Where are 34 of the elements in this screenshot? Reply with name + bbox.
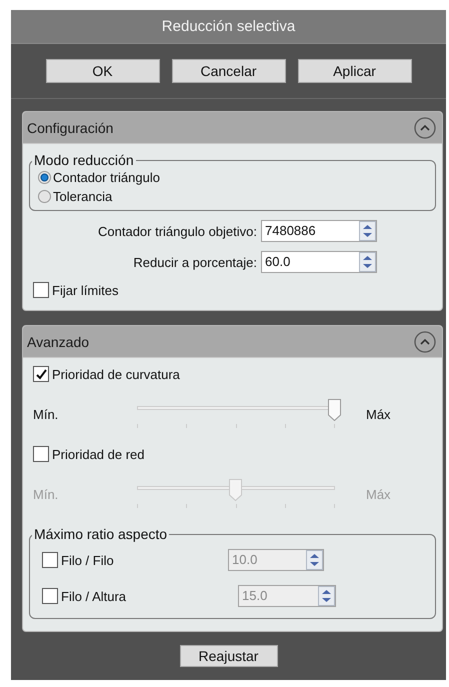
dialog-button[interactable]: OK	[46, 59, 160, 83]
slider-max-label: Máx	[365, 486, 392, 502]
reset-button[interactable]: Reajustar	[180, 645, 278, 667]
group-title: Máximo ratio aspecto	[33, 526, 168, 542]
spinner-arrows-icon[interactable]	[359, 252, 376, 272]
spinner-arrows-icon[interactable]	[359, 221, 376, 241]
checkbox[interactable]	[33, 282, 49, 298]
slider-max-label: Máx	[365, 406, 392, 422]
dialog-button[interactable]: Cancelar	[172, 59, 286, 83]
radio-button[interactable]	[38, 190, 51, 203]
field-label: Reducir a porcentaje:	[132, 254, 257, 270]
radio-label: Contador triángulo	[53, 170, 160, 185]
number-field[interactable]: 60.0	[261, 251, 377, 273]
checkbox-label: Fijar límites	[52, 282, 118, 298]
window-title: Reducción selectiva	[11, 10, 446, 44]
dialog-button[interactable]: Aplicar	[298, 59, 412, 83]
slider-min-label: Mín.	[33, 406, 60, 422]
field-label: Contador triángulo objetivo:	[97, 224, 257, 238]
checkbox[interactable]	[33, 366, 49, 382]
section-header[interactable]: Configuración	[23, 112, 442, 144]
checkbox-label: Prioridad de curvatura	[52, 366, 180, 382]
radio-label: Tolerancia	[53, 189, 112, 204]
checkbox-label: Filo / Filo	[61, 552, 114, 568]
section-header[interactable]: Avanzado	[23, 326, 442, 358]
checkbox-label: Prioridad de red	[52, 446, 144, 462]
slider-thumb[interactable]	[328, 399, 341, 421]
group-title: Modo reducción	[33, 152, 135, 168]
radio-button[interactable]	[38, 171, 51, 184]
collapse-icon[interactable]	[414, 330, 436, 352]
slider-min-label: Mín.	[33, 486, 60, 502]
collapse-icon[interactable]	[414, 116, 436, 138]
checkbox[interactable]	[33, 446, 49, 462]
number-field[interactable]: 7480886	[261, 220, 377, 242]
checkbox-label: Filo / Altura	[61, 588, 126, 604]
